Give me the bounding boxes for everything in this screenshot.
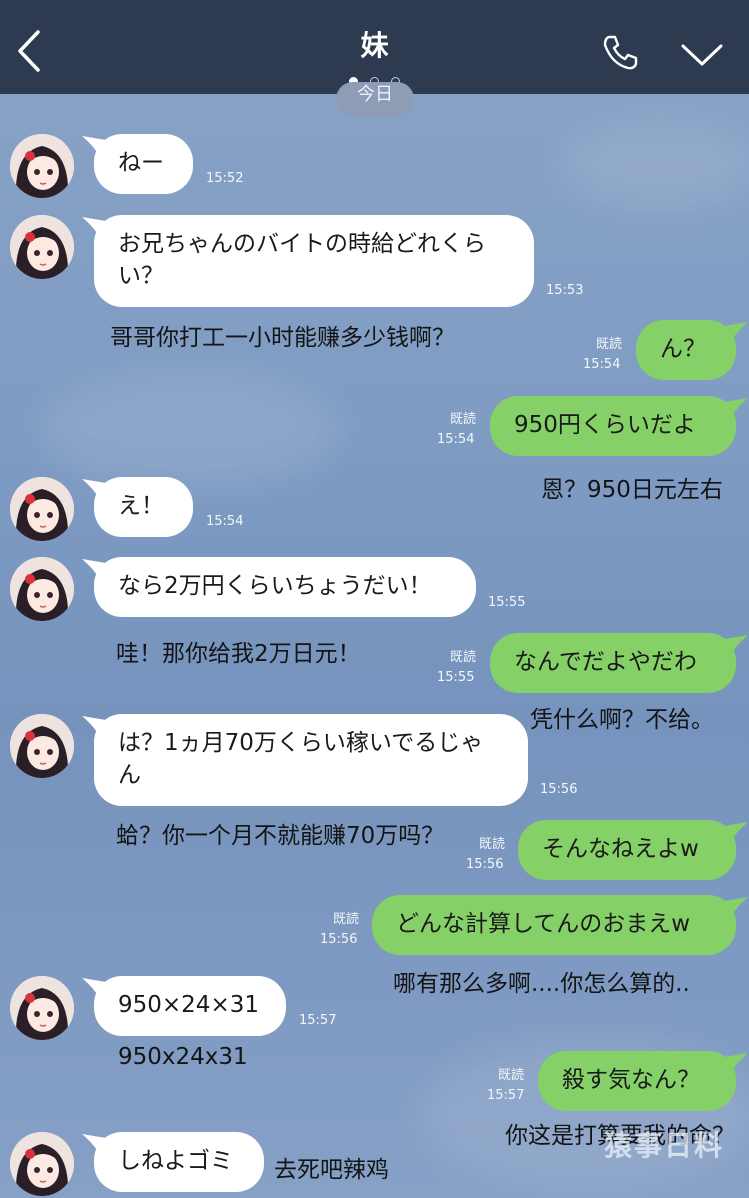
translation-caption: 950x24x31 [118,1044,248,1070]
read-receipt: 既読 [497,1068,524,1083]
avatar[interactable] [10,976,74,1040]
message-bubble[interactable]: そんなねえよw [518,820,736,880]
read-receipt: 既読 [449,650,476,665]
message-time: 15:56 [540,782,578,797]
phone-icon[interactable] [600,32,640,72]
message-time: 15:57 [487,1088,525,1103]
message-bubble[interactable]: なんでだよやだわ [490,633,736,693]
translation-caption: 哪有那么多啊....你怎么算的.. [393,971,690,997]
message-bubble[interactable]: ねー [94,134,193,194]
message-time: 15:53 [546,283,584,298]
date-separator: 今日 [336,82,414,116]
message-time: 15:52 [206,171,244,186]
read-receipt: 既読 [478,837,505,852]
message-bubble[interactable]: 殺す気なん？ [538,1051,736,1111]
message-bubble[interactable]: ん？ [636,320,736,380]
message-bubble[interactable]: は？1ヵ月70万くらい稼いでるじゃ ん [94,714,528,806]
bubble-tail [724,322,748,344]
background-cloud [560,120,749,210]
avatar[interactable] [10,714,74,778]
read-receipt: 既読 [595,337,622,352]
message-time: 15:55 [488,595,526,610]
message-time: 15:57 [299,1013,337,1028]
translation-caption: 凭什么啊？不给。 [530,707,714,733]
chat-header: 妹 [0,0,749,94]
translation-caption: 蛤？你一个月不就能赚70万吗？ [116,823,445,849]
message-time: 15:54 [437,432,475,447]
read-receipt: 既読 [332,912,359,927]
message-time: 15:56 [466,857,504,872]
avatar[interactable] [10,1132,74,1196]
translation-caption: 哇！那你给我2万日元！ [116,641,361,667]
message-time: 15:55 [437,670,475,685]
message-bubble[interactable]: 950×24×31 [94,976,286,1036]
bubble-tail [724,1053,748,1075]
avatar[interactable] [10,477,74,541]
message-bubble[interactable]: しねよゴミ [94,1132,264,1192]
message-bubble[interactable]: 950円くらいだよ [490,396,736,456]
translation-caption: 去死吧辣鸡 [274,1157,389,1183]
message-bubble[interactable]: え！ [94,477,193,537]
translation-caption: 哥哥你打工一小时能赚多少钱啊？ [110,325,455,351]
bubble-tail [724,822,748,844]
avatar[interactable] [10,557,74,621]
translation-caption: 恩？950日元左右 [541,477,723,503]
message-bubble[interactable]: どんな計算してんのおまえw [372,895,736,955]
bubble-tail [724,635,748,657]
message-bubble[interactable]: お兄ちゃんのバイトの時給どれくら い？ [94,215,534,307]
message-bubble[interactable]: なら2万円くらいちょうだい！ [94,557,476,617]
message-text-line: は？1ヵ月70万くらい稼いでるじゃ [118,730,484,756]
bubble-tail [724,398,748,420]
message-time: 15:54 [583,357,621,372]
message-text-line: ん [118,762,141,788]
background-cloud [40,370,340,490]
watermark: 猿事日料 [604,1129,725,1162]
message-time: 15:56 [320,932,358,947]
message-text-line: お兄ちゃんのバイトの時給どれくら [118,231,486,257]
read-receipt: 既読 [449,412,476,427]
message-text-line: い？ [118,263,164,289]
message-time: 15:54 [206,514,244,529]
avatar[interactable] [10,134,74,198]
bubble-tail [724,897,748,919]
chevron-down-icon[interactable] [680,40,724,70]
avatar[interactable] [10,215,74,279]
